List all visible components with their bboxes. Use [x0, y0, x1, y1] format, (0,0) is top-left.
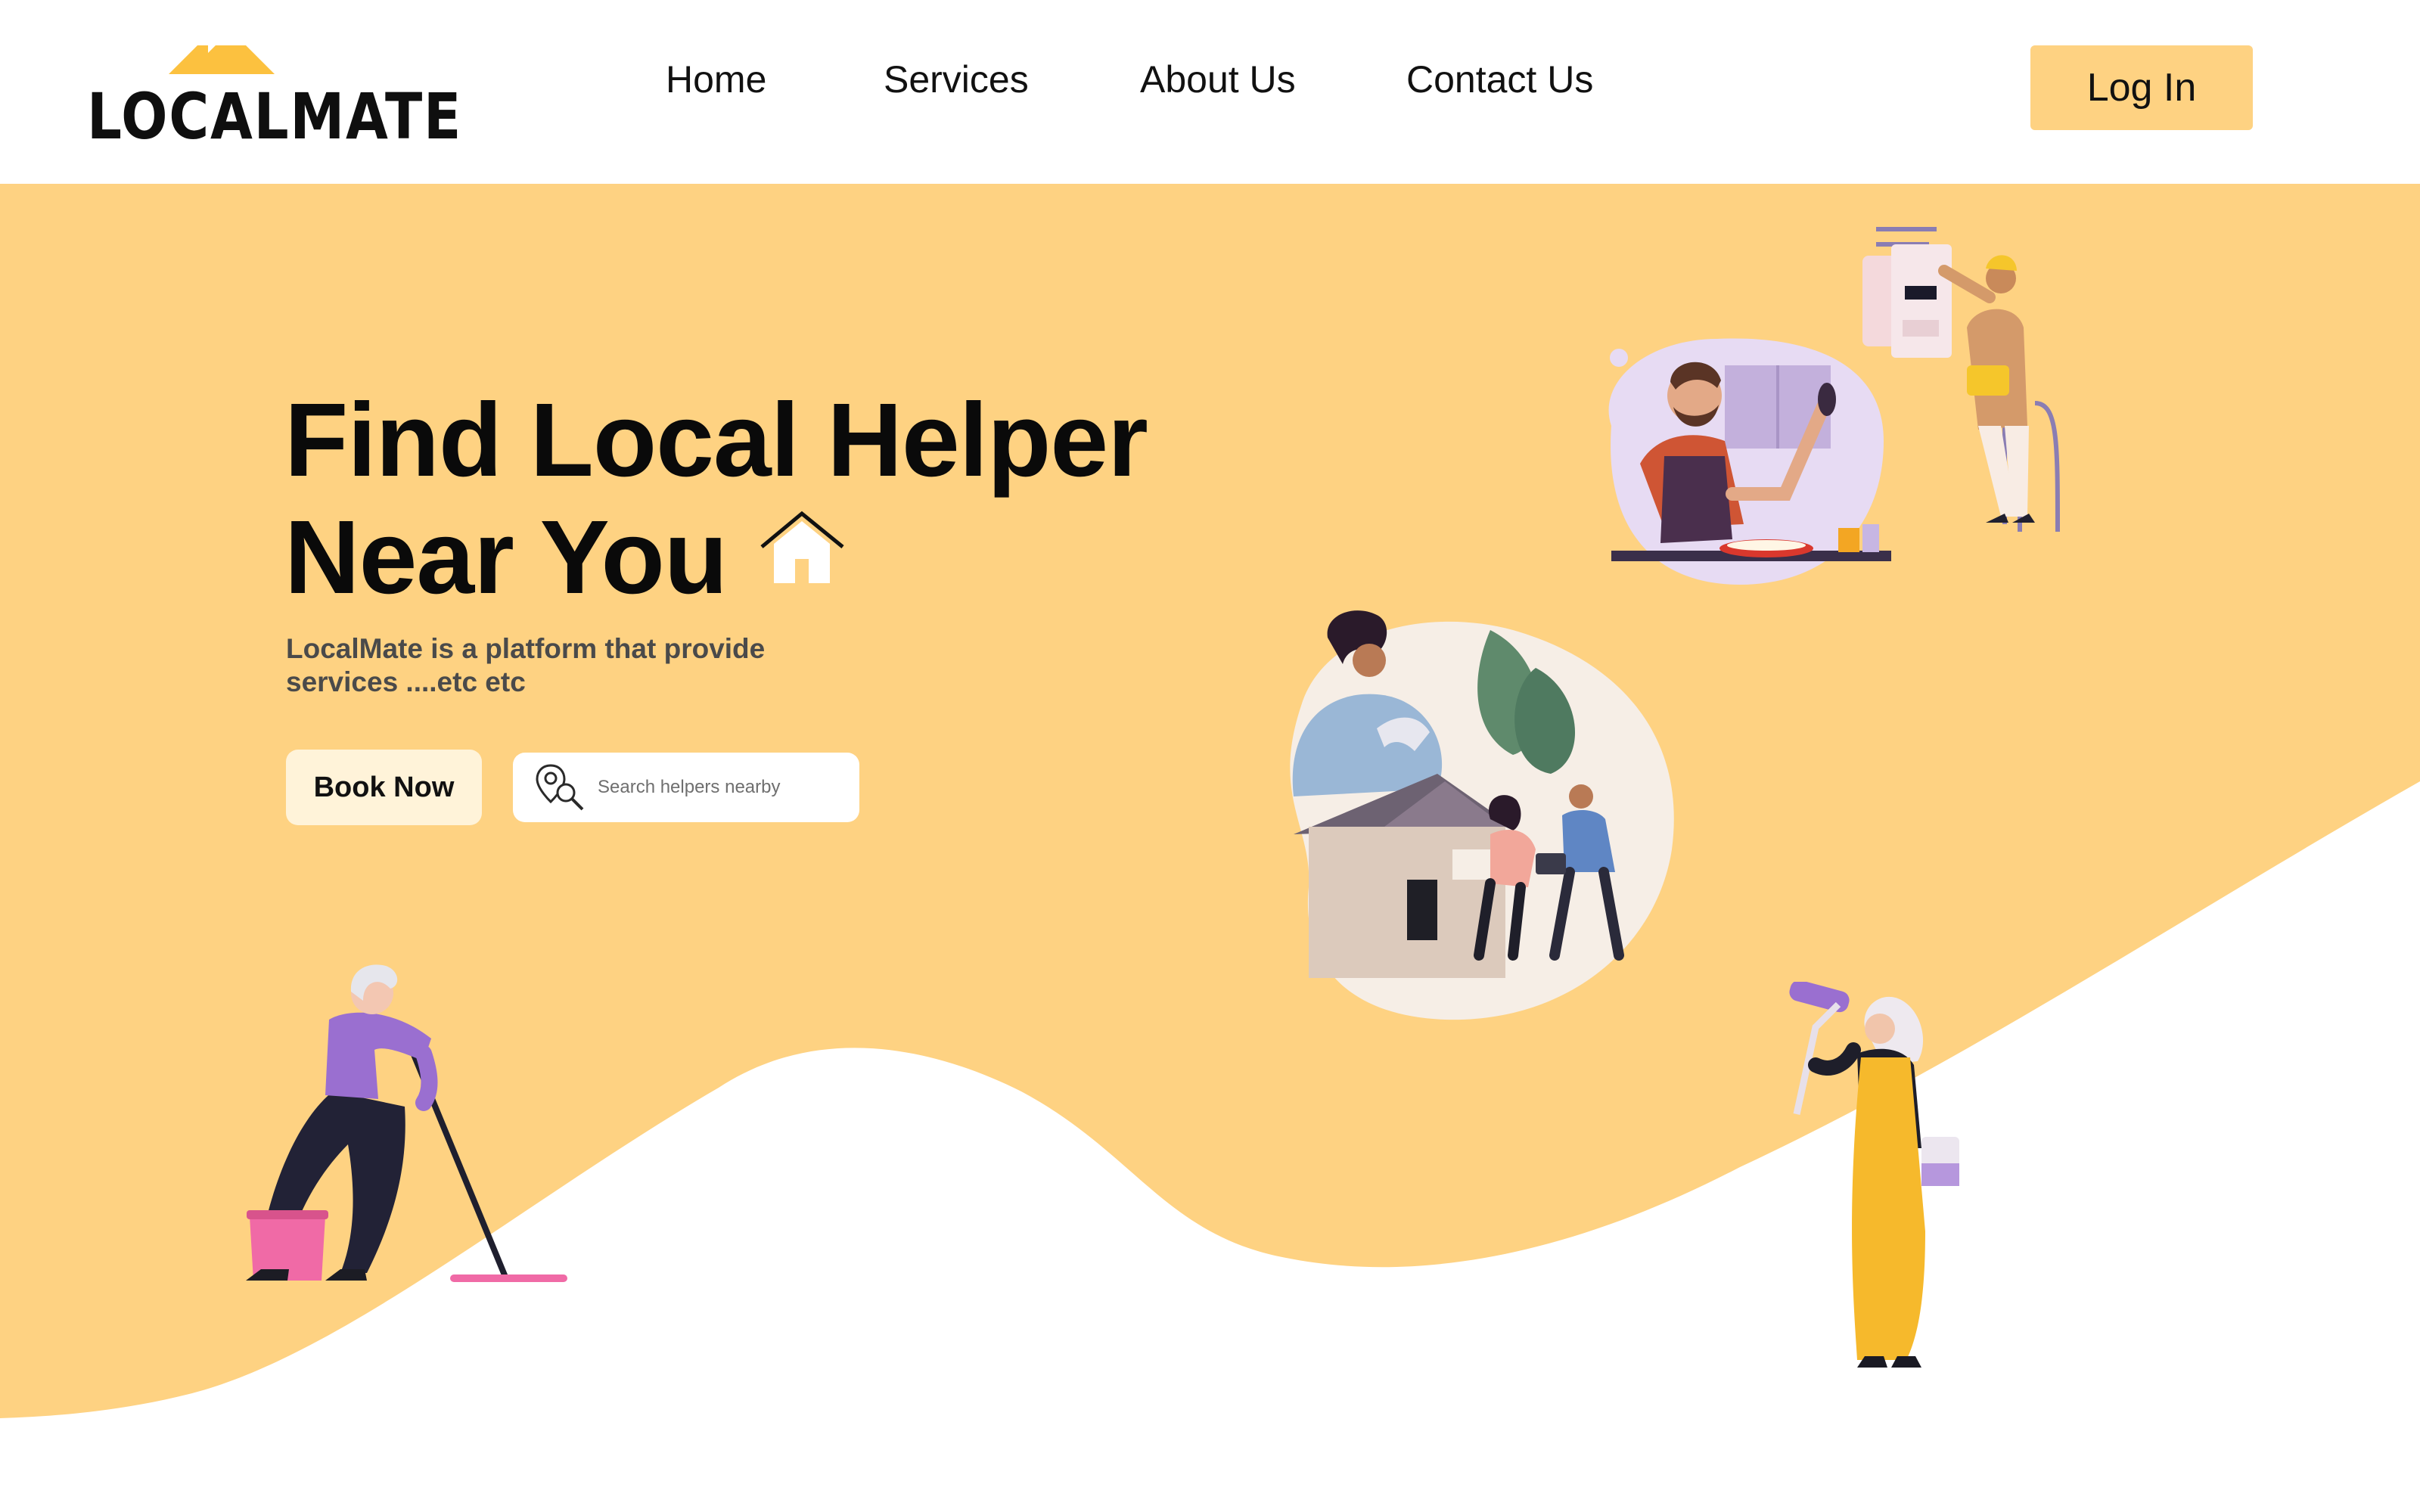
- location-search-icon: [536, 764, 584, 811]
- nav-home[interactable]: Home: [666, 57, 766, 101]
- brand-logo[interactable]: LOCALMATE: [87, 39, 461, 148]
- login-button[interactable]: Log In: [2030, 45, 2253, 130]
- roof-icon: [169, 45, 275, 74]
- search-bar[interactable]: [513, 753, 859, 822]
- electrician-illustration: [1862, 227, 2060, 532]
- headline-line-1: Find Local Helper: [284, 382, 1148, 498]
- woman-mopping-illustration: [246, 964, 567, 1282]
- hero-tagline: LocalMate is a platform that provide ser…: [286, 633, 766, 697]
- woman-painting-illustration: [1789, 982, 1959, 1368]
- house-icon: [760, 511, 844, 583]
- site-header: LOCALMATE Home Services About Us Contact…: [0, 0, 2420, 184]
- brand-name: LOCALMATE: [87, 79, 463, 154]
- book-now-button[interactable]: Book Now: [286, 750, 482, 825]
- hero-section: Find Local Helper Near You LocalMate is …: [0, 184, 2420, 1512]
- nav-contact-us[interactable]: Contact Us: [1406, 57, 1593, 101]
- headline-line-2: Near You: [284, 499, 728, 616]
- hero-headline: Find Local Helper Near You: [284, 382, 1148, 616]
- search-input[interactable]: [598, 777, 855, 798]
- family-home-illustration: [1290, 610, 1674, 1020]
- nav-about-us[interactable]: About Us: [1140, 57, 1296, 101]
- nav-services[interactable]: Services: [884, 57, 1029, 101]
